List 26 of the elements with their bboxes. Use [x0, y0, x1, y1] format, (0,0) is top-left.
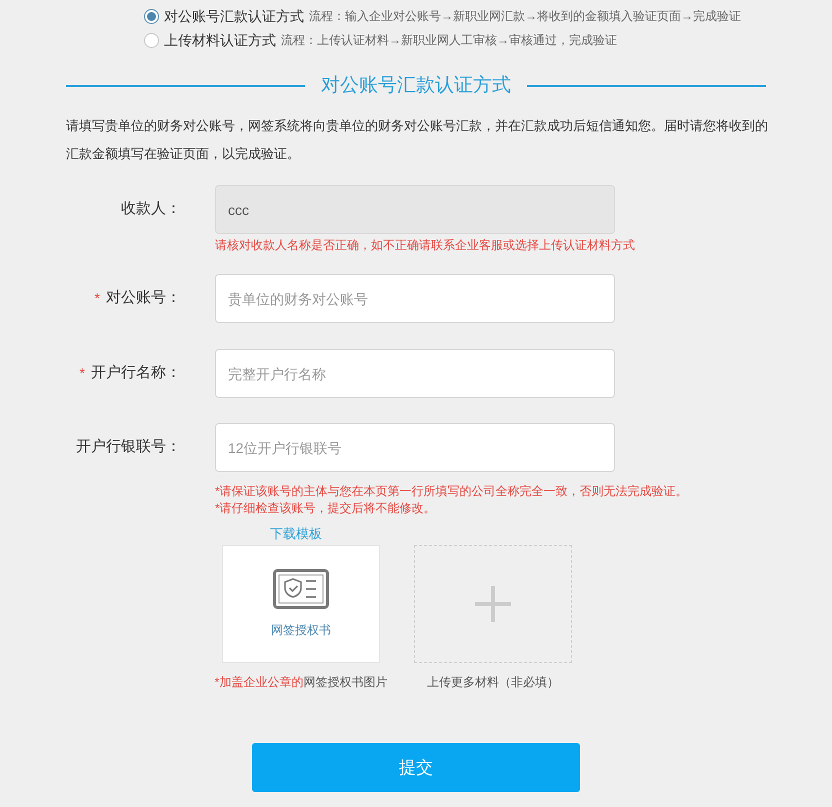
field-label: 对公账号：: [106, 288, 181, 308]
field-label: 开户行名称：: [91, 363, 181, 384]
intro-text: 请填写贵单位的财务对公账号，网签系统将向贵单位的财务对公账号汇款，并在汇款成功后短信通知您。届时请您将收到的汇款金额填写在验证页面，以完成验证。: [66, 117, 769, 163]
upload-caption: 上传更多材料（非必填）: [427, 674, 559, 691]
note-text: *请仔细检查该账号，提交后将不能修改。: [215, 500, 437, 517]
radio-button[interactable]: [144, 8, 159, 24]
section-title: 对公账号汇款认证方式: [320, 74, 512, 98]
flow-text: 流程：输入企业对公账号→新职业网汇款→将收到的金额填入验证页面→完成验证: [309, 8, 741, 25]
required-asterisk: *: [80, 364, 85, 383]
required-asterisk: *: [94, 289, 100, 308]
flow-text: 流程：上传认证材料→新职业网人工审核→审核通过，完成验证: [281, 32, 617, 49]
radio-button[interactable]: [144, 32, 159, 48]
upload-caption: *加盖企业公章的网签授权书图片: [214, 674, 388, 691]
input-field[interactable]: 12位开户行银联号: [215, 423, 615, 472]
input-field[interactable]: 贵单位的财务对公账号: [215, 274, 615, 323]
note-text: *请保证该账号的主体与您在本页第一行所填写的公司全称完全一致，否则无法完成验证。: [215, 483, 689, 500]
error-message: 请核对收款人名称是否正确，如不正确请联系企业客服或选择上传认证材料方式: [215, 237, 636, 254]
upload-area[interactable]: [414, 545, 572, 663]
option-label[interactable]: 对公账号汇款认证方式: [164, 6, 304, 26]
certificate-icon: [273, 569, 329, 609]
field-label: 开户行银联号：: [76, 437, 181, 458]
plus-icon: [475, 586, 511, 622]
option-label[interactable]: 上传材料认证方式: [164, 30, 276, 50]
field-label: 收款人：: [121, 199, 181, 220]
template-card[interactable]: 网签授权书: [222, 545, 380, 663]
input-field[interactable]: 完整开户行名称: [215, 349, 615, 398]
